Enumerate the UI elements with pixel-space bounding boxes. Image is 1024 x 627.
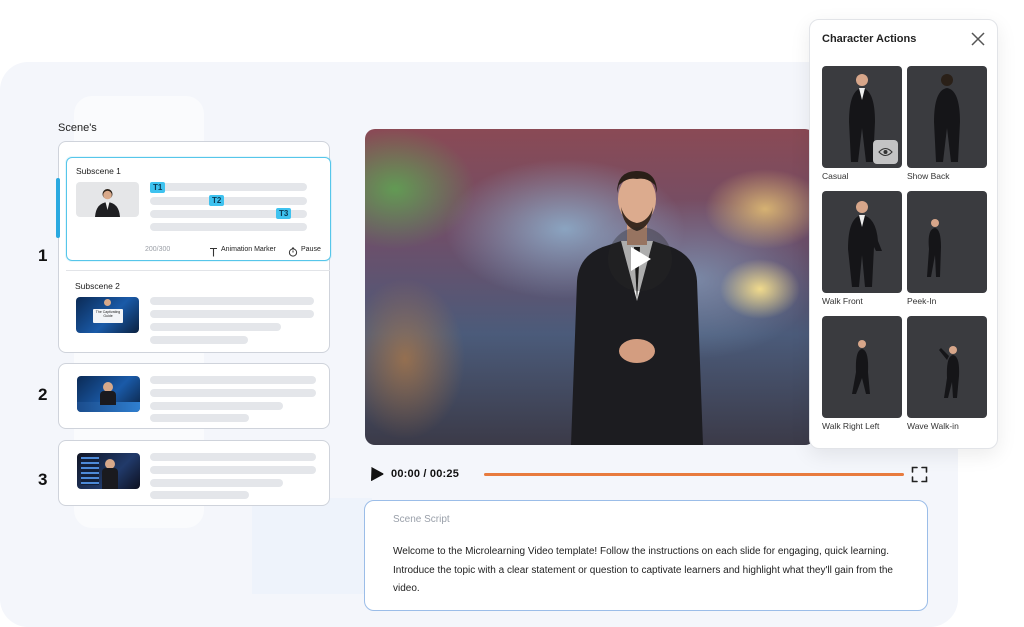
action-tile-walk-right-left[interactable]: [822, 316, 902, 418]
text-line: [150, 336, 248, 344]
text-marker-tag-2[interactable]: T2: [209, 195, 225, 206]
progress-bar[interactable]: [484, 473, 904, 476]
subscene-2-title: Subscene 2: [75, 281, 120, 291]
close-icon: [971, 32, 985, 46]
text-marker-tag-1[interactable]: T1: [150, 182, 166, 193]
scene-script-text[interactable]: Welcome to the Microlearning Video templ…: [393, 543, 893, 599]
action-tile-peek-in[interactable]: [907, 191, 987, 293]
active-scene-indicator: [56, 178, 60, 238]
subscene-1-thumbnail: [76, 182, 139, 217]
thumb-caption: The Captivating Guide: [95, 310, 121, 318]
scene-script-box[interactable]: Scene Script Welcome to the Microlearnin…: [364, 500, 928, 611]
character-count: 200/300: [145, 246, 171, 253]
action-tile-walk-front[interactable]: [822, 191, 902, 293]
fullscreen-icon: [911, 466, 928, 483]
text-line: [150, 479, 283, 487]
pause-label[interactable]: Pause: [301, 246, 321, 253]
preview-button[interactable]: [873, 140, 898, 164]
action-label-casual: Casual: [822, 171, 849, 181]
text-line: [150, 297, 314, 305]
video-preview[interactable]: [365, 129, 815, 445]
action-label-walk-front: Walk Front: [822, 296, 863, 306]
text-line: [150, 310, 314, 318]
subscene-2[interactable]: Subscene 2 The Captivating Guide: [66, 277, 331, 347]
animation-marker-label[interactable]: Animation Marker: [221, 246, 276, 253]
text-t-icon[interactable]: [209, 244, 218, 257]
text-line: [150, 197, 307, 205]
text-line: [150, 323, 281, 331]
play-icon: [371, 467, 384, 481]
close-button[interactable]: [970, 31, 986, 47]
character-actions-panel: Character Actions Casual Show Back Walk …: [809, 19, 998, 449]
scene-number-1: 1: [38, 246, 48, 265]
text-line: [150, 414, 249, 422]
subscene-2-thumbnail: The Captivating Guide: [76, 297, 139, 333]
text-line: [150, 466, 316, 474]
character-actions-title: Character Actions: [822, 33, 917, 45]
eye-icon: [878, 147, 893, 157]
scene-script-label: Scene Script: [393, 514, 450, 525]
text-line: [150, 389, 316, 397]
text-line: [150, 453, 316, 461]
action-tile-wave-walk-in[interactable]: [907, 316, 987, 418]
action-label-walk-right-left: Walk Right Left: [822, 421, 880, 431]
text-marker-tag-3[interactable]: T3: [276, 208, 292, 219]
scene-card-2[interactable]: [58, 363, 330, 429]
scene-3-thumbnail: [77, 453, 140, 489]
scene-2-thumbnail: [77, 376, 140, 412]
subscene-1-title: Subscene 1: [76, 166, 121, 176]
subscene-divider: [66, 270, 330, 271]
scene-number-3: 3: [38, 470, 48, 489]
text-line: [150, 376, 316, 384]
timer-icon[interactable]: [288, 244, 298, 257]
play-icon: [631, 247, 651, 271]
action-label-peek-in: Peek-In: [907, 296, 937, 306]
text-line: [150, 402, 283, 410]
text-line: [150, 491, 249, 499]
action-tile-casual[interactable]: [822, 66, 902, 168]
time-display: 00:00 / 00:25: [391, 468, 460, 480]
action-tile-show-back[interactable]: [907, 66, 987, 168]
action-label-wave-walk-in: Wave Walk-in: [907, 421, 959, 431]
fullscreen-button[interactable]: [911, 466, 928, 483]
action-label-show-back: Show Back: [907, 171, 950, 181]
play-overlay-button[interactable]: [608, 227, 672, 291]
scenes-title: Scene's: [58, 122, 97, 134]
background-accent: [252, 498, 372, 594]
text-line: [150, 223, 307, 231]
scene-number-2: 2: [38, 385, 48, 404]
presenter-figure: [571, 171, 703, 445]
scene-card-3[interactable]: [58, 440, 330, 506]
play-button[interactable]: [370, 467, 384, 481]
subscene-1[interactable]: Subscene 1 T1 T2 T3 200/300 Animation Ma…: [66, 157, 331, 261]
text-line: [150, 183, 307, 191]
